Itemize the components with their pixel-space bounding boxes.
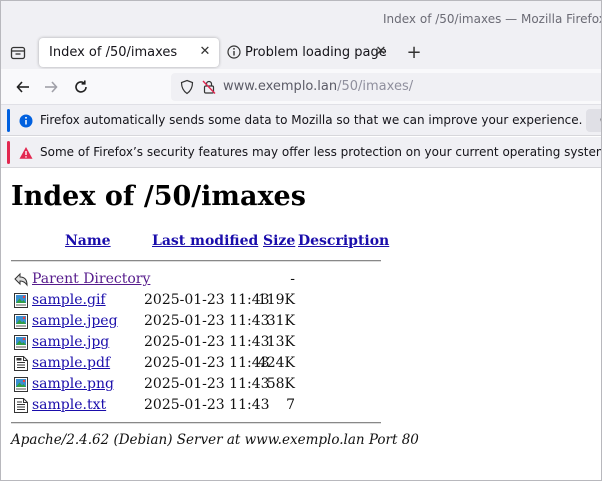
url-text[interactable]: www.exemplo.lan/50/imaxes/ — [223, 79, 413, 94]
telemetry-notification-bar: Firefox automatically sends some data to… — [1, 105, 601, 136]
tab-bar: Index of /50/imaxes ✕ Problem loading pa… — [1, 37, 601, 69]
column-name-link[interactable]: Name — [65, 233, 111, 249]
tab-label: Problem loading page — [245, 45, 387, 60]
notification-button[interactable]: C — [586, 109, 601, 132]
window-title: Index of /50/imaxes — Mozilla Firefox (o… — [383, 12, 602, 26]
url-path: /50/imaxes/ — [337, 79, 414, 94]
browser-window: Index of /50/imaxes — Mozilla Firefox (o… — [0, 0, 602, 481]
parent-directory-link[interactable]: Parent Directory — [32, 271, 150, 287]
reload-icon[interactable] — [73, 79, 89, 95]
file-link[interactable]: sample.pdf — [32, 355, 110, 371]
notification-accent — [7, 109, 10, 132]
table-row: sample.jpg 2025-01-23 11:43 13K — [11, 332, 391, 353]
table-divider — [11, 422, 381, 424]
table-row: sample.png 2025-01-23 11:43 58K — [11, 374, 391, 395]
navigation-bar: www.exemplo.lan/50/imaxes/ — [1, 69, 601, 105]
document-file-icon — [14, 356, 28, 371]
file-modified: 2025-01-23 11:43 — [144, 376, 270, 392]
tab-index[interactable]: Index of /50/imaxes ✕ — [39, 38, 219, 67]
page-content: Index of /50/imaxes Name Last modified S… — [1, 169, 601, 480]
back-folder-icon — [14, 272, 28, 287]
column-last-modified-link[interactable]: Last modified — [152, 233, 258, 249]
file-link[interactable]: sample.jpg — [32, 334, 109, 350]
image-file-icon — [14, 335, 28, 350]
file-size: 424K — [257, 355, 295, 371]
text-file-icon — [14, 398, 28, 413]
tab-label: Index of /50/imaxes — [49, 45, 178, 60]
notification-text: Some of Firefox’s security features may … — [40, 145, 602, 159]
file-link[interactable]: sample.png — [32, 376, 114, 392]
file-link[interactable]: sample.txt — [32, 397, 106, 413]
page-title: Index of /50/imaxes — [11, 181, 306, 212]
table-divider — [11, 260, 381, 262]
file-modified: 2025-01-23 11:43 — [144, 397, 270, 413]
parent-directory-row: Parent Directory - — [11, 269, 391, 290]
column-size-link[interactable]: Size — [263, 233, 295, 249]
url-host: www.exemplo.lan — [223, 79, 338, 94]
image-file-icon — [14, 377, 28, 392]
file-modified: 2025-01-23 11:43 — [144, 355, 270, 371]
insecure-lock-icon[interactable] — [201, 79, 217, 95]
security-notification-bar: Some of Firefox’s security features may … — [1, 137, 602, 168]
file-size: 119K — [257, 292, 295, 308]
column-description-link[interactable]: Description — [298, 233, 389, 249]
file-size: 58K — [266, 376, 295, 392]
url-bar[interactable]: www.exemplo.lan/50/imaxes/ — [171, 73, 601, 101]
table-row: sample.jpeg 2025-01-23 11:43 31K — [11, 311, 391, 332]
tab-problem-loading[interactable]: Problem loading page ✕ — [221, 38, 401, 67]
file-size: 13K — [266, 334, 295, 350]
info-icon — [227, 45, 241, 59]
back-arrow-icon[interactable] — [15, 79, 31, 95]
file-modified: 2025-01-23 11:43 — [144, 334, 270, 350]
table-row: sample.gif 2025-01-23 11:43 119K — [11, 290, 391, 311]
close-tab-icon[interactable]: ✕ — [197, 44, 213, 60]
notification-accent — [7, 141, 10, 164]
tab-list-icon[interactable] — [10, 45, 26, 61]
file-modified: 2025-01-23 11:43 — [144, 313, 270, 329]
file-link[interactable]: sample.gif — [32, 292, 106, 308]
file-modified: 2025-01-23 11:43 — [144, 292, 270, 308]
new-tab-icon[interactable]: + — [405, 44, 423, 62]
table-row: sample.pdf 2025-01-23 11:43 424K — [11, 353, 391, 374]
notification-text: Firefox automatically sends some data to… — [40, 113, 583, 127]
close-tab-icon[interactable]: ✕ — [373, 44, 389, 60]
image-file-icon — [14, 314, 28, 329]
warning-icon — [19, 147, 33, 159]
file-size: - — [290, 271, 295, 287]
file-size: 7 — [286, 397, 295, 413]
image-file-icon — [14, 293, 28, 308]
server-signature: Apache/2.4.62 (Debian) Server at www.exe… — [11, 432, 419, 448]
shield-icon[interactable] — [179, 79, 195, 95]
file-size: 31K — [266, 313, 295, 329]
forward-arrow-icon[interactable] — [43, 79, 59, 95]
file-link[interactable]: sample.jpeg — [32, 313, 118, 329]
info-icon — [19, 114, 33, 128]
title-bar: Index of /50/imaxes — Mozilla Firefox (o… — [1, 1, 602, 37]
table-row: sample.txt 2025-01-23 11:43 7 — [11, 395, 391, 416]
